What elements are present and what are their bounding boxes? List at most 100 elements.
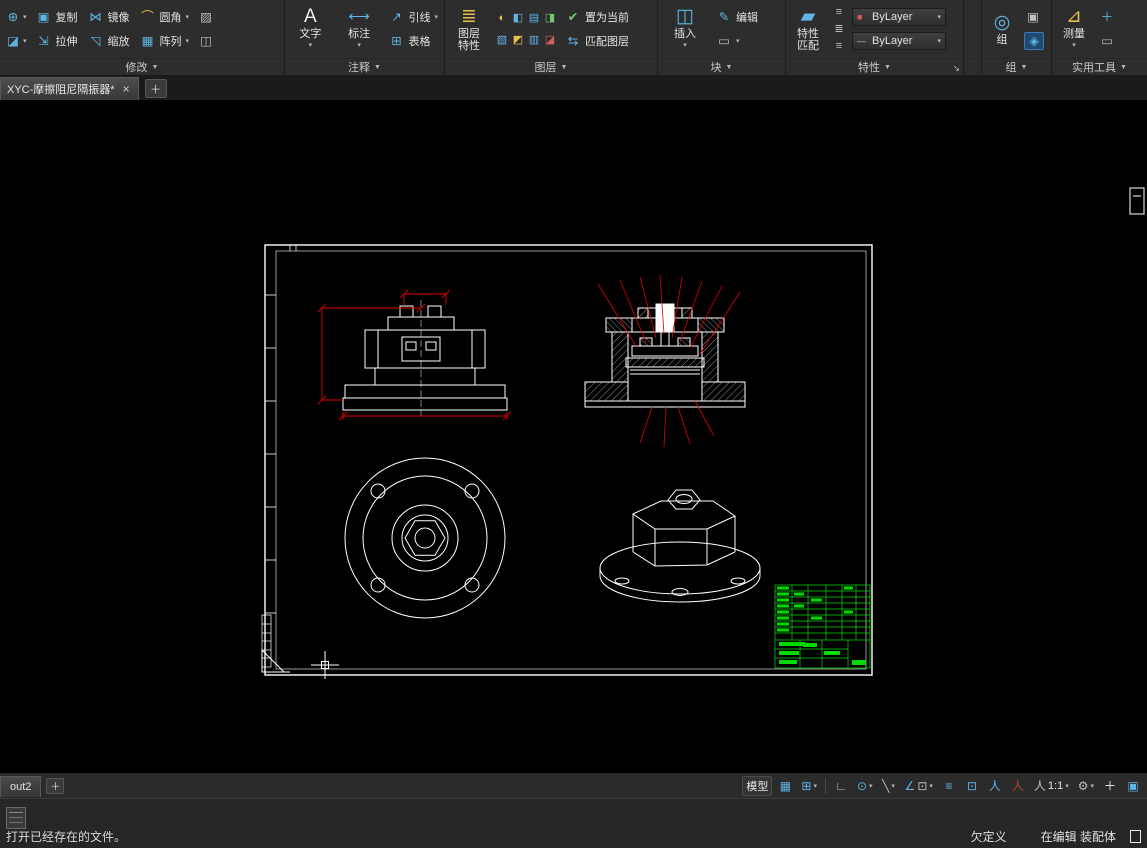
grid-toggle[interactable]: ▦: [775, 776, 795, 796]
match-properties-button[interactable]: ▰ 特性 匹配: [790, 2, 826, 56]
explode-button[interactable]: ◫: [197, 32, 215, 50]
annotation-visibility-toggle[interactable]: 人: [985, 776, 1005, 796]
ribbon-panel-annotate: A 文字 ▾ ⟷ 标注 ▾ ↗ 引线 ▾ ⊞ 表格 注释 ▼: [285, 0, 445, 75]
move-icon: ⊕: [7, 10, 19, 24]
snap-toggle[interactable]: ⊞ ▾: [798, 776, 820, 796]
layer-freeze-icon[interactable]: ▤: [527, 11, 541, 25]
fillet-button[interactable]: ⌒ 圆角 ▾: [138, 8, 192, 26]
panel-label-properties[interactable]: 特性 ▼ ↘: [786, 58, 963, 75]
isodraft-toggle[interactable]: ╲ ▾: [879, 776, 899, 796]
status-plus-button[interactable]: ＋: [1100, 776, 1120, 796]
chevron-down-icon: ▾: [869, 782, 873, 790]
panel-label-annotate[interactable]: 注释 ▼: [285, 58, 444, 75]
chevron-down-icon: ▾: [308, 42, 313, 49]
match-layer-label: 匹配图层: [585, 36, 629, 48]
selection-cycling-toggle[interactable]: ⊡: [962, 776, 982, 796]
panel-caret-icon: ▼: [884, 63, 891, 71]
block-attributes-button[interactable]: ▭ ▾: [714, 32, 760, 50]
explode-icon: ◫: [200, 34, 212, 48]
quick-select-icon: ＋: [1100, 10, 1114, 24]
ribbon-panel-properties: ▰ 特性 匹配 ≡ ≣ ≡ ■ ByLayer ▾ — ByLayer ▾ 特性…: [786, 0, 964, 75]
annotation-scale-button[interactable]: 人 1:1 ▾: [1031, 776, 1072, 796]
layout-tab-out2[interactable]: out2: [0, 776, 42, 797]
panel-label-modify[interactable]: 修改 ▼: [0, 58, 284, 75]
osnap-toggle[interactable]: ∠ ⊡ ▾: [902, 776, 936, 796]
layer-unisolate-icon[interactable]: ◩: [511, 33, 525, 47]
ribbon-panel-utilities: ⊿ 测量 ▾ ＋ ▭ 实用工具 ▼: [1052, 0, 1147, 75]
command-line[interactable]: 打开已经存在的文件。 欠定义 在编辑 装配体: [6, 828, 1141, 845]
osnap-box-icon: ⊡: [917, 778, 928, 793]
table-button[interactable]: ⊞ 表格: [386, 32, 440, 50]
isodraft-icon: ╲: [882, 778, 890, 793]
layer-properties-label-2: 特性: [458, 40, 480, 52]
measure-button[interactable]: ⊿ 测量 ▾: [1056, 2, 1092, 56]
quick-calc-icon: ▭: [1101, 34, 1113, 48]
annotate-panel-label: 注释: [348, 62, 371, 74]
insert-icon: ◫: [676, 6, 694, 27]
set-current-layer-button[interactable]: ✔ 置为当前: [563, 8, 631, 26]
close-icon[interactable]: ×: [123, 82, 130, 96]
copy-icon: ▣: [37, 10, 50, 24]
title-block: [774, 584, 871, 669]
linetype-dropdown[interactable]: — ByLayer ▾: [852, 32, 946, 50]
title-block-text-marks: [777, 586, 866, 665]
linetype-icon[interactable]: ≡: [832, 39, 846, 53]
customization-button[interactable]: ⚙ ▾: [1075, 776, 1097, 796]
dimension-button[interactable]: ⟷ 标注 ▾: [338, 2, 381, 56]
text-button[interactable]: A 文字 ▾: [289, 2, 332, 56]
erase-button[interactable]: ▨: [197, 8, 215, 26]
chevron-down-icon: ▾: [1072, 42, 1076, 49]
clean-screen-button[interactable]: ▣: [1123, 776, 1143, 796]
move-button[interactable]: ⊕ ▾: [4, 8, 28, 26]
stretch-button[interactable]: ⇲ 拉伸: [34, 32, 80, 50]
insert-block-button[interactable]: ◫ 插入 ▾: [662, 2, 708, 56]
panel-caret-icon: ▼: [560, 63, 568, 71]
layer-unlock-icon[interactable]: ◪: [543, 33, 557, 47]
ortho-toggle[interactable]: ∟: [831, 776, 851, 796]
layer-thaw-icon[interactable]: ▥: [527, 33, 541, 47]
color-dropdown[interactable]: ■ ByLayer ▾: [852, 8, 946, 26]
layer-off-icon[interactable]: ◐: [495, 11, 509, 25]
ungroup-button[interactable]: ▣: [1024, 8, 1044, 26]
layer-isolate-icon[interactable]: ◧: [511, 11, 525, 25]
quick-select-button[interactable]: ＋: [1098, 8, 1116, 26]
new-layout-button[interactable]: ＋: [46, 777, 65, 794]
panel-label-utilities[interactable]: 实用工具 ▼: [1052, 58, 1147, 75]
panel-label-block[interactable]: 块 ▼: [658, 58, 785, 75]
model-button[interactable]: 模型: [742, 775, 773, 796]
layer-lock-icon[interactable]: ◨: [543, 11, 557, 25]
object-color-icon[interactable]: ≡: [832, 5, 846, 19]
leader-button[interactable]: ↗ 引线 ▾: [386, 8, 440, 26]
match-layer-button[interactable]: ⇆ 匹配图层: [563, 32, 631, 50]
chevron-down-icon: ▾: [736, 38, 740, 45]
dialog-launcher-icon[interactable]: ↘: [952, 63, 960, 74]
copy-button[interactable]: ▣ 复制: [34, 8, 80, 26]
panel-label-group[interactable]: 组 ▼: [982, 58, 1051, 75]
new-drawing-tab-button[interactable]: ＋: [144, 79, 167, 98]
edit-block-button[interactable]: ✎ 编辑: [714, 8, 760, 26]
ribbon-panel-group: ◎ 组 ▣ ◈ 组 ▼: [982, 0, 1052, 75]
mirror-button[interactable]: ⋈ 镜像: [86, 8, 132, 26]
edit-icon: ✎: [718, 10, 730, 24]
trim-button[interactable]: ◪ ▾: [4, 32, 28, 50]
polar-toggle[interactable]: ⊙ ▾: [854, 776, 876, 796]
set-current-icon: ✔: [567, 10, 579, 24]
file-tab-active[interactable]: XYC-摩擦阻尼隔振器* ×: [0, 77, 139, 100]
lineweight-toggle[interactable]: ≡: [939, 776, 959, 796]
drawing-canvas[interactable]: [0, 100, 1147, 773]
lineweight-icon[interactable]: ≣: [832, 22, 846, 36]
fillet-icon: ⌒: [141, 10, 154, 24]
group-edit-button[interactable]: ◈: [1024, 32, 1044, 50]
quick-calc-button[interactable]: ▭: [1098, 32, 1116, 50]
autoscale-toggle[interactable]: 人: [1008, 776, 1028, 796]
trim-icon: ◪: [7, 34, 19, 48]
layer-on-icon[interactable]: ▧: [495, 33, 509, 47]
group-button[interactable]: ◎ 组: [986, 2, 1018, 56]
scale-button[interactable]: ◹ 缩放: [86, 32, 132, 50]
command-window-icon[interactable]: [6, 807, 26, 829]
panel-caret-icon: ▼: [1020, 63, 1028, 71]
panel-label-layers[interactable]: 图层 ▼: [445, 58, 657, 75]
array-button[interactable]: ▦ 阵列 ▾: [138, 32, 192, 50]
layer-properties-button[interactable]: ≣ 图层 特性: [449, 2, 489, 56]
status-bar: 模型 ▦ ⊞ ▾ ∟ ⊙ ▾ ╲ ▾ ∠ ⊡ ▾ ≡ ⊡ 人 人 人 1:1 ▾ ⚙ ▾ ＋ ▣: [742, 775, 1147, 796]
